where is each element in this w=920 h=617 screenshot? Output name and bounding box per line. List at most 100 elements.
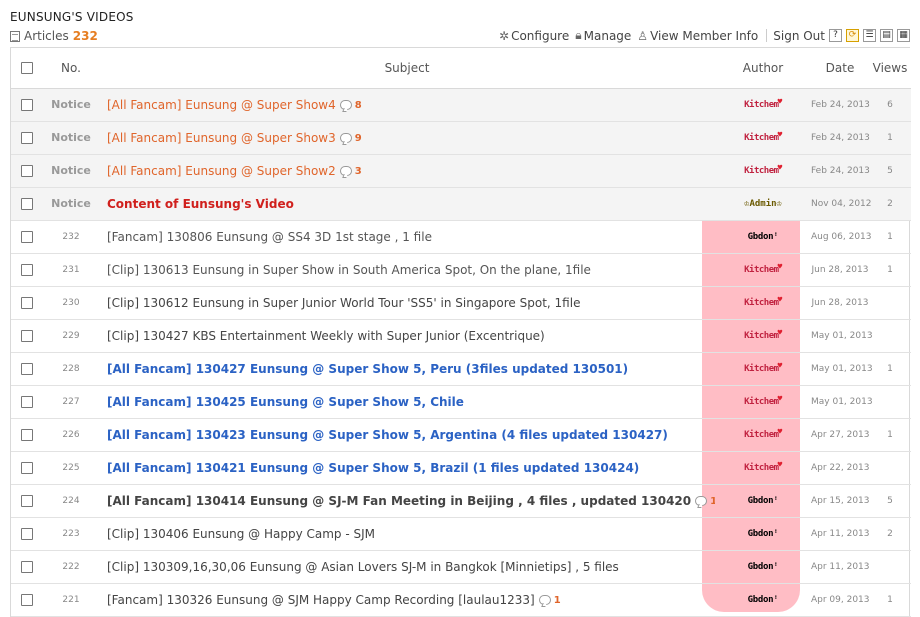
sign-out-link[interactable]: Sign Out bbox=[773, 29, 825, 43]
row-author-cell: Gbdon ꜝ bbox=[715, 583, 811, 617]
comment-icon bbox=[695, 496, 708, 506]
author-name-image[interactable]: Gbdon ꜝ bbox=[744, 495, 783, 509]
row-checkbox[interactable] bbox=[21, 165, 33, 177]
author-name-image[interactable]: Kitchem ♥ bbox=[740, 427, 786, 443]
comment-icon bbox=[339, 166, 352, 176]
comment-count[interactable]: 1 bbox=[554, 595, 561, 606]
row-checkbox[interactable] bbox=[21, 429, 33, 441]
subject-link[interactable]: [All Fancam] 130421 Eunsung @ Super Show… bbox=[107, 461, 639, 475]
comment-count[interactable]: 3 bbox=[355, 166, 362, 177]
author-name-image[interactable]: Kitchem ♥ bbox=[740, 460, 786, 476]
gallery-view-icon[interactable]: ▦ bbox=[897, 29, 910, 42]
author-name-image[interactable]: Gbdon ꜝ bbox=[744, 594, 783, 608]
row-subject-cell: [Clip] 130612 Eunsung in Super Junior Wo… bbox=[99, 286, 715, 320]
author-name-image[interactable]: Gbdon ꜝ bbox=[744, 561, 783, 575]
author-name-image[interactable]: Kitchem ♥ bbox=[740, 262, 786, 278]
row-number: 223 bbox=[43, 517, 99, 551]
row-checkbox[interactable] bbox=[21, 330, 33, 342]
row-author-cell: Kitchem ♥ bbox=[715, 352, 811, 386]
row-checkbox[interactable] bbox=[21, 462, 33, 474]
help-button[interactable]: ? bbox=[829, 29, 842, 42]
row-views bbox=[869, 319, 911, 353]
subject-link[interactable]: [All Fancam] 130423 Eunsung @ Super Show… bbox=[107, 428, 668, 442]
subject-link[interactable]: [Fancam] 130326 Eunsung @ SJM Happy Camp… bbox=[107, 593, 535, 607]
row-checkbox-cell bbox=[11, 187, 43, 221]
heart-icon: ♥ bbox=[777, 360, 783, 370]
author-name-image[interactable]: Kitchem ♥ bbox=[740, 360, 786, 377]
header-author[interactable]: Author bbox=[715, 48, 811, 89]
configure-link[interactable]: ✲ Configure bbox=[499, 29, 569, 43]
header-no[interactable]: No. bbox=[43, 48, 99, 89]
row-checkbox[interactable] bbox=[21, 363, 33, 375]
author-name-image[interactable]: Kitchem ♥ bbox=[740, 295, 786, 311]
row-number: 222 bbox=[43, 550, 99, 584]
row-checkbox[interactable] bbox=[21, 264, 33, 276]
header-date[interactable]: Date bbox=[811, 48, 869, 89]
row-checkbox[interactable] bbox=[21, 594, 33, 606]
view-member-info-link[interactable]: ♙ View Member Info bbox=[637, 29, 758, 43]
board-toolbar: ✲ Configure 🔒︎ Manage ♙ View Member Info… bbox=[493, 28, 910, 43]
row-views: 1 bbox=[869, 253, 911, 287]
table-row: 225 [All Fancam] 130421 Eunsung @ Super … bbox=[11, 451, 911, 485]
row-checkbox[interactable] bbox=[21, 495, 33, 507]
row-subject-cell: Content of Eunsung's Video bbox=[99, 187, 715, 221]
row-date: Nov 04, 2012 bbox=[811, 187, 872, 221]
select-all-checkbox[interactable] bbox=[21, 62, 33, 75]
subject-link[interactable]: [All Fancam] Eunsung @ Super Show3 bbox=[107, 131, 336, 145]
comment-count[interactable]: 8 bbox=[355, 100, 362, 111]
author-name-image[interactable]: Kitchem ♥ bbox=[740, 328, 786, 344]
row-checkbox[interactable] bbox=[21, 99, 33, 111]
comment-count[interactable]: 1 bbox=[710, 496, 715, 507]
table-row: Notice Content of Eunsung's Video ♔ Admin… bbox=[11, 187, 911, 221]
row-date: Apr 15, 2013 bbox=[811, 484, 870, 518]
subject-link[interactable]: [Clip] 130612 Eunsung in Super Junior Wo… bbox=[107, 296, 580, 310]
header-subject[interactable]: Subject bbox=[99, 48, 715, 89]
row-views: 1 bbox=[869, 583, 911, 617]
header-views[interactable]: Views bbox=[869, 48, 911, 89]
author-name-image[interactable]: ♔ Admin ♔ bbox=[740, 198, 786, 212]
row-checkbox[interactable] bbox=[21, 231, 33, 243]
articles-label: Articles bbox=[24, 29, 69, 43]
cat-icon: ꜝ bbox=[773, 529, 779, 540]
subject-link[interactable]: [All Fancam] 130427 Eunsung @ Super Show… bbox=[107, 362, 628, 376]
subject-link[interactable]: [All Fancam] Eunsung @ Super Show2 bbox=[107, 164, 336, 178]
row-author-cell: Kitchem ♥ bbox=[715, 286, 811, 320]
author-name-image[interactable]: Gbdon ꜝ bbox=[744, 231, 783, 245]
subject-link[interactable]: [Clip] 130309,16,30,06 Eunsung @ Asian L… bbox=[107, 560, 619, 574]
row-date: Jun 28, 2013 bbox=[811, 253, 869, 287]
subject-link[interactable]: [All Fancam] Eunsung @ Super Show4 bbox=[107, 98, 336, 112]
subject-link[interactable]: Content of Eunsung's Video bbox=[107, 197, 294, 211]
author-name-image[interactable]: Kitchem ♥ bbox=[740, 163, 786, 179]
gear-icon: ✲ bbox=[499, 28, 510, 43]
row-checkbox[interactable] bbox=[21, 132, 33, 144]
table-row: 222 [Clip] 130309,16,30,06 Eunsung @ Asi… bbox=[11, 550, 911, 584]
row-subject-cell: [Fancam] 130806 Eunsung @ SS4 3D 1st sta… bbox=[99, 220, 715, 254]
row-checkbox[interactable] bbox=[21, 297, 33, 309]
subject-link[interactable]: [Fancam] 130806 Eunsung @ SS4 3D 1st sta… bbox=[107, 230, 432, 244]
row-checkbox[interactable] bbox=[21, 396, 33, 408]
manage-link[interactable]: 🔒︎ Manage bbox=[575, 28, 631, 43]
row-subject-cell: [Fancam] 130326 Eunsung @ SJM Happy Camp… bbox=[99, 583, 715, 617]
subject-link[interactable]: [Clip] 130406 Eunsung @ Happy Camp - SJM bbox=[107, 527, 375, 541]
subject-link[interactable]: [All Fancam] 130425 Eunsung @ Super Show… bbox=[107, 395, 464, 409]
rss-icon[interactable]: ⟳ bbox=[846, 29, 859, 42]
row-checkbox[interactable] bbox=[21, 198, 33, 210]
row-date: Feb 24, 2013 bbox=[811, 121, 870, 155]
row-subject-cell: [Clip] 130427 KBS Entertainment Weekly w… bbox=[99, 319, 715, 353]
author-name-image[interactable]: Kitchem ♥ bbox=[740, 394, 786, 410]
subject-link[interactable]: [Clip] 130427 KBS Entertainment Weekly w… bbox=[107, 329, 545, 343]
author-name-image[interactable]: Kitchem ♥ bbox=[740, 97, 786, 113]
row-checkbox[interactable] bbox=[21, 528, 33, 540]
row-date: Apr 27, 2013 bbox=[811, 418, 870, 452]
webzine-view-icon[interactable]: ▤ bbox=[880, 29, 893, 42]
subject-link[interactable]: [Clip] 130613 Eunsung in Super Show in S… bbox=[107, 263, 591, 277]
row-number: Notice bbox=[43, 187, 99, 221]
author-name-image[interactable]: Kitchem ♥ bbox=[740, 130, 786, 146]
subject-link[interactable]: [All Fancam] 130414 Eunsung @ SJ-M Fan M… bbox=[107, 494, 691, 508]
comment-count[interactable]: 9 bbox=[355, 133, 362, 144]
row-checkbox-cell bbox=[11, 451, 43, 485]
author-name-image[interactable]: Gbdon ꜝ bbox=[744, 528, 783, 542]
list-view-icon[interactable]: ☰ bbox=[863, 29, 876, 42]
row-checkbox[interactable] bbox=[21, 561, 33, 573]
user-icon: ♙ bbox=[637, 28, 649, 43]
